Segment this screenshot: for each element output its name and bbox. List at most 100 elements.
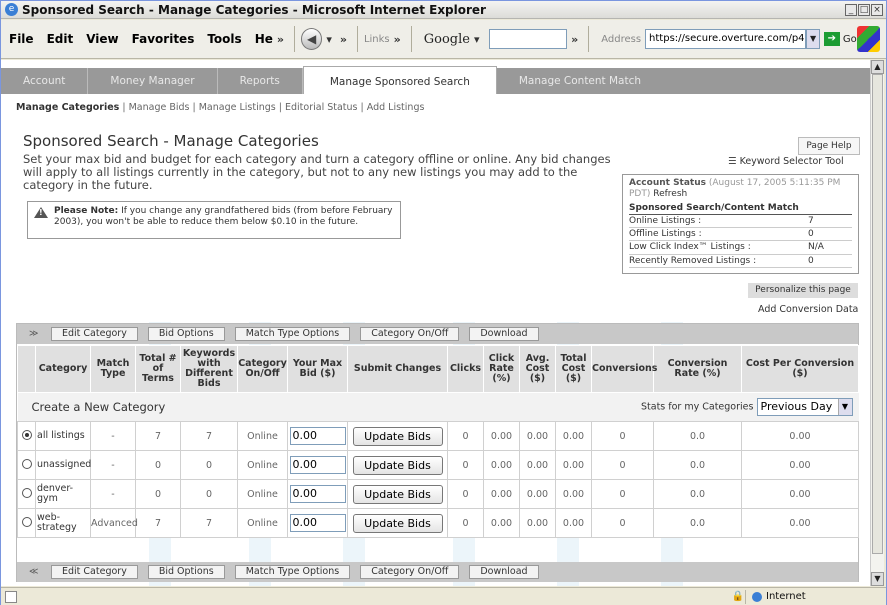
col-header-conversions[interactable]: Conversions [591, 345, 657, 393]
collapse-icon[interactable]: ≫ [29, 329, 43, 339]
google-search-input[interactable] [489, 29, 568, 49]
scroll-up-icon[interactable]: ▲ [871, 60, 884, 74]
total-cost-cell: 0.00 [555, 450, 592, 480]
bid-options-button[interactable]: Bid Options [147, 565, 225, 579]
col-header-max-bid[interactable]: Your Max Bid ($) [287, 345, 348, 393]
subnav-manage-categories[interactable]: Manage Categories [16, 102, 119, 113]
expand-icon[interactable]: ≪ [29, 567, 43, 577]
subnav-manage-bids[interactable]: Manage Bids [129, 102, 190, 113]
tab-manage-content-match[interactable]: Manage Content Match [497, 68, 663, 94]
max-bid-input[interactable]: 0.00 [289, 427, 346, 445]
menu-view[interactable]: View [86, 32, 118, 46]
radio-unselected-icon[interactable] [21, 487, 32, 498]
tab-account[interactable]: Account [1, 68, 89, 94]
back-dropdown-icon[interactable]: ▾ [326, 33, 332, 46]
tab-money-manager[interactable]: Money Manager [88, 68, 218, 94]
conversion-rate-cell: 0.0 [653, 450, 742, 480]
create-category-link[interactable]: Create a New Category [17, 392, 348, 422]
update-bids-button[interactable]: Update Bids [352, 513, 443, 533]
cost-per-conversion-cell: 0.00 [741, 479, 859, 509]
page-icon [5, 590, 17, 603]
menu-help[interactable]: He [255, 32, 273, 46]
menu-tools[interactable]: Tools [207, 32, 241, 46]
edit-category-button[interactable]: Edit Category [51, 565, 138, 579]
menu-file[interactable]: File [9, 32, 34, 46]
subnav-add-listings[interactable]: Add Listings [367, 102, 425, 113]
radio-unselected-icon[interactable] [21, 458, 32, 469]
row-radio[interactable] [17, 508, 36, 538]
category-name[interactable]: web-strategy [35, 508, 91, 538]
category-on-off-button[interactable]: Category On/Off [360, 327, 460, 341]
max-bid-input[interactable]: 0.00 [289, 456, 346, 474]
tab-manage-sponsored-search[interactable]: Manage Sponsored Search [302, 66, 497, 94]
radio-selected-icon[interactable] [21, 429, 32, 440]
col-header-keywords-diff-bids[interactable]: Keywords with Different Bids [180, 345, 238, 393]
update-bids-button[interactable]: Update Bids [352, 484, 443, 504]
col-header-category-on-off[interactable]: Category On/Off [237, 345, 288, 393]
chevron-icon[interactable]: » [340, 33, 347, 46]
max-bid-input[interactable]: 0.00 [289, 485, 346, 503]
chevron-icon[interactable]: » [277, 33, 284, 46]
intro-text: Set your max bid and budget for each cat… [23, 152, 611, 192]
radio-unselected-icon[interactable] [21, 516, 32, 527]
scroll-thumb[interactable] [872, 74, 883, 554]
google-toolbar-button[interactable]: Google [424, 32, 470, 47]
scroll-down-icon[interactable]: ▼ [871, 572, 884, 586]
kw-diff-cell: 7 [180, 508, 238, 538]
max-bid-input[interactable]: 0.00 [289, 514, 346, 532]
refresh-link[interactable]: Refresh [653, 189, 687, 199]
address-bar[interactable]: https://secure.overture.com/p4 [645, 29, 807, 49]
note-label: Please Note: [54, 206, 119, 216]
minimize-icon[interactable]: _ [845, 3, 857, 16]
status-row-label: Online Listings : [629, 216, 702, 226]
keyword-selector-link[interactable]: ☰ Keyword Selector Tool [728, 156, 844, 167]
row-radio[interactable] [17, 479, 36, 509]
col-header-conversion-rate[interactable]: Conversion Rate (%) [653, 345, 742, 393]
menu-edit[interactable]: Edit [47, 32, 74, 46]
bid-cell: 0.00 [287, 508, 348, 538]
submit-cell: Update Bids [347, 421, 448, 451]
update-bids-button[interactable]: Update Bids [352, 455, 443, 475]
row-radio[interactable] [17, 450, 36, 480]
subnav-manage-listings[interactable]: Manage Listings [199, 102, 276, 113]
col-header-click-rate[interactable]: Click Rate (%) [483, 345, 520, 393]
address-dropdown-icon[interactable]: ▼ [806, 29, 820, 49]
links-label[interactable]: Links [364, 34, 390, 45]
tab-reports[interactable]: Reports [218, 68, 303, 94]
edit-category-button[interactable]: Edit Category [51, 327, 138, 341]
match-type-options-button[interactable]: Match Type Options [234, 327, 351, 341]
maximize-icon[interactable]: □ [858, 3, 870, 16]
add-conversion-link[interactable]: Add Conversion Data [758, 304, 858, 315]
col-header-total-cost[interactable]: Total Cost ($) [555, 345, 592, 393]
go-button[interactable]: ➔ Go [823, 32, 857, 46]
personalize-button[interactable]: Personalize this page [748, 283, 858, 298]
subnav-editorial-status[interactable]: Editorial Status [285, 102, 358, 113]
category-name[interactable]: denver-gym [35, 479, 91, 509]
match-type-options-button[interactable]: Match Type Options [234, 565, 351, 579]
page-help-button[interactable]: Page Help [798, 137, 860, 155]
col-header-clicks[interactable]: Clicks [447, 345, 484, 393]
download-button[interactable]: Download [469, 327, 539, 341]
bid-options-button[interactable]: Bid Options [147, 327, 225, 341]
back-icon[interactable]: ◀ [300, 28, 323, 50]
chevron-icon[interactable]: » [394, 33, 401, 46]
status-cell: Online [237, 508, 288, 538]
google-dropdown-icon[interactable]: ▾ [474, 33, 480, 46]
category-on-off-button[interactable]: Category On/Off [360, 565, 460, 579]
category-name[interactable]: all listings [35, 421, 91, 451]
col-header-avg-cost[interactable]: Avg. Cost ($) [519, 345, 556, 393]
download-button[interactable]: Download [469, 565, 539, 579]
category-name[interactable]: unassigned [35, 450, 91, 480]
col-header-cost-per-conversion[interactable]: Cost Per Conversion ($) [741, 345, 859, 393]
col-header-match-type[interactable]: Match Type [90, 345, 136, 393]
col-header-total-terms[interactable]: Total # of Terms [135, 345, 181, 393]
chevron-icon[interactable]: » [571, 33, 578, 46]
stats-period-select[interactable]: Previous Day ▼ [756, 398, 853, 416]
menu-favorites[interactable]: Favorites [132, 32, 195, 46]
row-radio[interactable] [17, 421, 36, 451]
update-bids-button[interactable]: Update Bids [352, 426, 443, 446]
vertical-scrollbar[interactable]: ▲ ▼ [870, 60, 884, 586]
click-rate-cell: 0.00 [483, 479, 520, 509]
close-icon[interactable]: × [871, 3, 883, 16]
col-header-category[interactable]: Category [35, 345, 91, 393]
